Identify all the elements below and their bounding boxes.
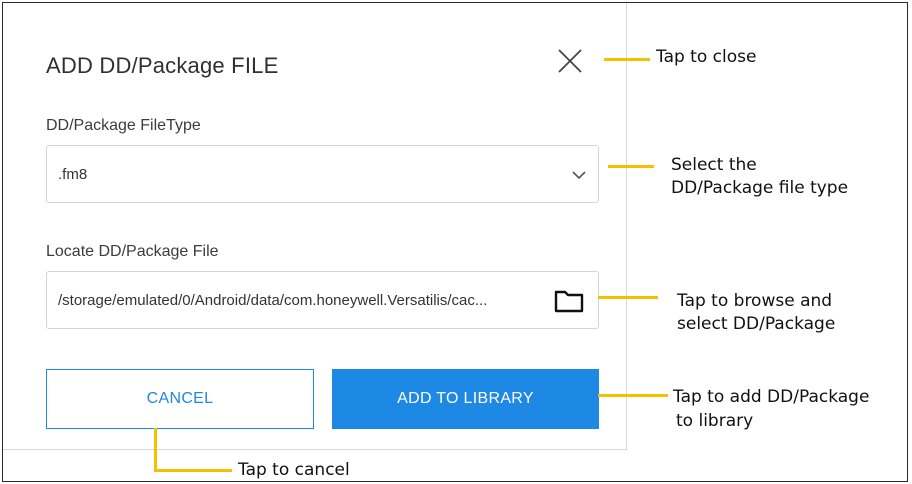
locate-file-field[interactable]: /storage/emulated/0/Android/data/com.hon… (46, 271, 599, 329)
close-button[interactable] (556, 47, 584, 75)
file-type-value: .fm8 (58, 166, 88, 183)
browse-callout-line2: select DD/Package (677, 314, 836, 334)
cancel-button[interactable]: CANCEL (46, 369, 314, 429)
locate-file-label: Locate DD/Package File (46, 243, 219, 260)
dialog-title: ADD DD/Package FILE (46, 53, 279, 78)
browse-callout-line1: Tap to browse and (677, 291, 833, 311)
cancel-callout-text: Tap to cancel (238, 460, 350, 480)
add-dd-package-dialog: ADD DD/Package FILE DD/Package FileType … (3, 3, 627, 450)
select-callout-line1: Select the (671, 155, 757, 175)
add-callout-line (598, 394, 668, 397)
file-type-select[interactable]: .fm8 (46, 145, 599, 203)
select-callout-line2: DD/Package file type (671, 178, 849, 198)
close-callout-text: Tap to close (656, 47, 757, 67)
folder-icon (554, 290, 584, 313)
add-to-library-button[interactable]: ADD TO LIBRARY (332, 369, 599, 429)
cancel-callout-horizontal-line (154, 469, 232, 472)
locate-file-path: /storage/emulated/0/Android/data/com.hon… (58, 292, 488, 309)
browse-callout-line (598, 296, 658, 299)
file-type-label: DD/Package FileType (46, 117, 201, 134)
select-callout-line (608, 165, 654, 168)
chevron-down-icon (572, 171, 586, 180)
add-callout-line1: Tap to add DD/Package (673, 387, 870, 407)
cancel-callout-vertical-line (154, 428, 157, 471)
close-callout-line (604, 58, 650, 61)
add-callout-line2: to library (676, 411, 754, 431)
close-icon (558, 49, 582, 73)
browse-button[interactable] (554, 289, 584, 313)
